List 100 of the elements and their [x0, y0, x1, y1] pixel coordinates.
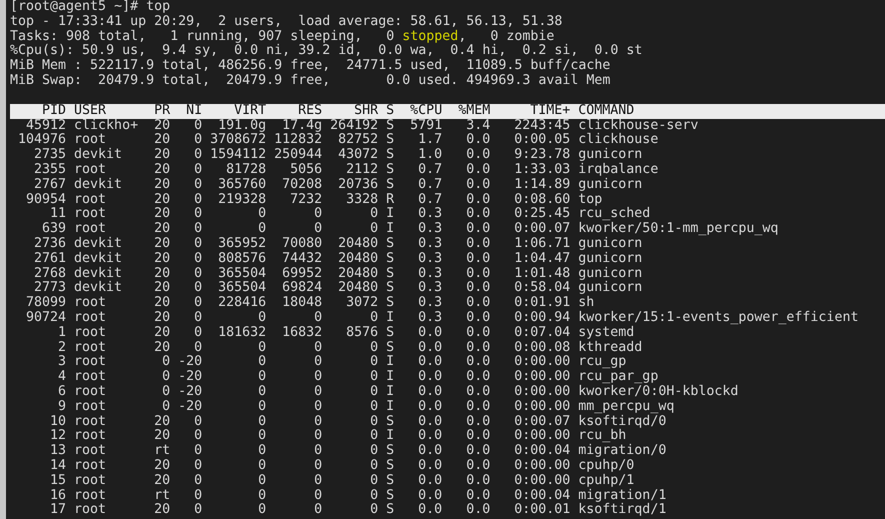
table-cell-text: systemd — [578, 326, 634, 340]
table-cell-text: 0 — [194, 429, 202, 444]
table-cell-text: 0 — [194, 414, 202, 429]
table-cell-text: S — [386, 266, 394, 281]
table-cell-text: gunicorn — [578, 252, 642, 266]
table-cell: 0.0 — [418, 503, 442, 518]
table-cell-text: gunicorn — [578, 236, 642, 252]
table-cell: 0 — [194, 178, 202, 193]
table-cell-text: 0 — [162, 355, 170, 370]
table-cell: 0 — [258, 458, 266, 474]
table-cell: 14 — [50, 458, 66, 474]
table-cell: I — [386, 384, 394, 400]
table-cell: 1:06.71 — [514, 236, 570, 252]
table-cell-text: 365504 — [218, 266, 266, 281]
table-cell: 0.0 — [466, 384, 490, 400]
table-cell-text: 0:58.04 — [514, 281, 570, 296]
table-cell: 0 — [258, 400, 266, 415]
table-cell: 0.3 — [418, 296, 442, 311]
table-cell: 2735 — [34, 148, 66, 163]
table-cell-text: irqbalance — [578, 162, 658, 178]
summary-line: %Cpu(s): 50.9 us, 9.4 sy, 0.0 ni, 39.2 id, 0.0 wa, 0.4 hi, 0.2 si, 0.0 st — [10, 44, 644, 58]
table-cell: 0.7 — [418, 162, 442, 178]
table-cell-text: 365504 — [218, 281, 266, 296]
table-cell-text: kworker/15:1-events_power_efficient — [578, 310, 858, 326]
table-cell-text: 0.3 — [418, 266, 442, 281]
table-cell-text: 0 — [370, 340, 378, 355]
table-cell: -20 — [178, 370, 202, 385]
table-cell-text: 219328 — [218, 192, 266, 207]
table-cell-text: root — [74, 222, 106, 236]
table-cell-text: 3708672 — [210, 133, 266, 148]
summary-line: MiB Swap: 20479.9 total, 20479.9 free, 0.0 used. 494969.3 avail Mem — [10, 74, 612, 89]
table-cell-text: 10 — [50, 414, 66, 429]
table-cell-text: 0 — [370, 488, 378, 503]
table-cell: clickho+ — [74, 118, 138, 134]
table-cell: 4 — [58, 370, 66, 385]
table-cell: 0.3 — [418, 236, 442, 252]
column-header: SHR — [354, 104, 378, 119]
table-cell: 181632 — [218, 326, 266, 341]
table-cell: 1:14.89 — [514, 178, 570, 193]
table-cell-text: migration/1 — [578, 488, 666, 502]
table-cell: rt — [154, 444, 170, 459]
table-cell: 0.0 — [466, 252, 490, 267]
table-cell: 0.0 — [466, 503, 490, 518]
table-cell: root — [74, 488, 106, 504]
table-cell-text: 0.0 — [418, 355, 442, 370]
table-cell: 13 — [50, 444, 66, 459]
table-cell-text: rcu_par_gp — [578, 370, 658, 384]
table-cell: 0:01.91 — [514, 296, 570, 311]
table-cell-text: S — [386, 488, 394, 503]
table-cell: root — [74, 444, 106, 459]
table-cell-text: 20 — [154, 266, 170, 281]
table-cell-text: I — [386, 207, 394, 222]
table-cell: 0 — [314, 370, 322, 385]
table-cell: 16832 — [282, 326, 322, 341]
table-cell-text: 0 — [314, 355, 322, 370]
table-cell-text: I — [386, 355, 394, 370]
table-cell-text: 20480 — [338, 281, 378, 296]
table-cell: root — [74, 503, 106, 518]
column-header: PR — [154, 104, 170, 119]
table-cell-text: 2243:45 — [514, 118, 570, 133]
table-cell-text: 0:25.45 — [514, 207, 570, 222]
table-cell: 15 — [50, 474, 66, 488]
table-cell: 1:33.03 — [514, 162, 570, 178]
table-cell-text: 0 — [194, 281, 202, 296]
table-cell: -20 — [178, 384, 202, 400]
table-cell-text: 0 — [194, 192, 202, 207]
table-cell-text: gunicorn — [578, 281, 642, 296]
table-cell: 0 — [258, 444, 266, 459]
table-cell: root — [74, 310, 106, 326]
table-cell: 0 — [370, 444, 378, 459]
table-cell: 20 — [154, 252, 170, 267]
table-cell: 0 — [370, 458, 378, 474]
table-cell-text: 82752 — [338, 133, 378, 148]
table-cell-text: R — [386, 192, 394, 207]
table-cell-text: 20480 — [338, 266, 378, 281]
table-cell: devkit — [74, 178, 122, 193]
table-cell: root — [74, 429, 106, 444]
table-cell-text: 0:00.04 — [514, 488, 570, 503]
table-cell: S — [386, 458, 394, 474]
table-cell-text: 2768 — [34, 266, 66, 281]
table-cell-text: 0.0 — [466, 281, 490, 296]
table-cell: 20 — [154, 222, 170, 237]
summary-line: Tasks: 908 total, 1 running, 907 sleeping, 0 stopped, 0 zombie — [10, 30, 556, 44]
table-cell: root — [74, 207, 106, 222]
table-cell-text: rt — [154, 488, 170, 503]
table-cell-text: 0.0 — [466, 192, 490, 207]
table-cell: 0.0 — [418, 326, 442, 341]
table-cell-text: 0 — [258, 207, 266, 222]
table-cell: 228416 — [218, 296, 266, 311]
table-cell-text: 0 — [258, 414, 266, 429]
table-cell-text: 0.0 — [466, 340, 490, 355]
table-cell: 0 — [258, 474, 266, 488]
table-cell-text: 0 — [370, 355, 378, 370]
table-cell: 20 — [154, 148, 170, 163]
table-cell-text: 3328 — [346, 192, 378, 207]
table-cell-text: 5791 — [410, 118, 442, 133]
table-cell-text: 16 — [50, 488, 66, 503]
table-cell: 0 — [370, 310, 378, 326]
table-cell: 0.0 — [418, 370, 442, 385]
table-cell: 0 — [194, 252, 202, 267]
